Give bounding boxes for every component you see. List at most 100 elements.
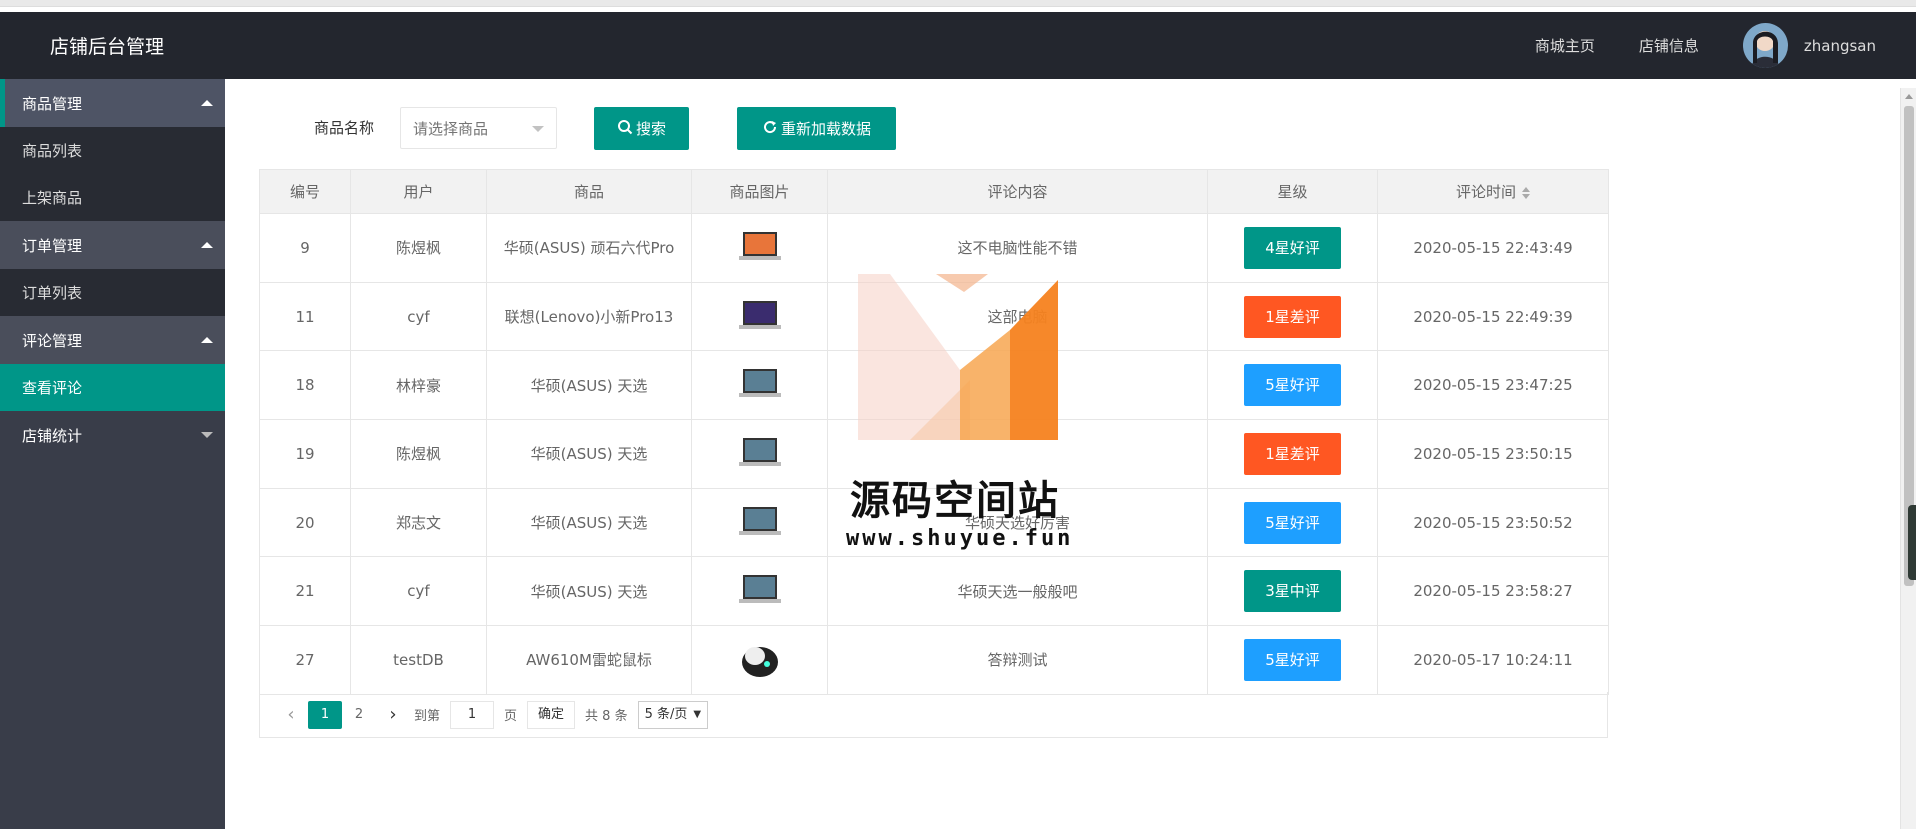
cell-image [691, 487, 828, 558]
cell-comment [827, 350, 1208, 421]
rating-badge[interactable]: 5星好评 [1244, 364, 1341, 407]
search-button-label: 搜索 [635, 120, 666, 138]
menu-item-goods-list[interactable]: 商品列表 [0, 127, 225, 174]
caret-up-icon [201, 337, 213, 343]
page-size-select[interactable]: 5 条/页 ▼ [637, 700, 709, 729]
cell-product: 华硕(ASUS) 天选 [486, 419, 692, 489]
cell-time: 2020-05-15 23:50:52 [1377, 487, 1609, 558]
col-product[interactable]: 商品 [486, 169, 692, 214]
laptop-image [738, 231, 781, 260]
mouse-image [741, 646, 778, 677]
laptop-image [738, 437, 781, 466]
cell-product: 华硕(ASUS) 天选 [486, 556, 692, 627]
sort-icon[interactable] [1522, 186, 1530, 199]
browser-top-strip [0, 0, 1916, 12]
cell-comment: 这部电脑 [827, 281, 1208, 352]
cell-comment: 华硕天选一般般吧 [827, 556, 1208, 627]
cell-rating: 5星好评 [1207, 487, 1378, 558]
cell-image [691, 556, 828, 627]
goto-confirm-button[interactable]: 确定 [527, 700, 576, 729]
watermark-url: www.shuyue.fun [846, 526, 1074, 551]
cell-rating: 4星好评 [1207, 213, 1378, 283]
cell-rating: 3星中评 [1207, 556, 1378, 627]
cell-rating: 1星差评 [1207, 419, 1378, 489]
rating-badge[interactable]: 1星差评 [1244, 295, 1341, 338]
search-button[interactable]: 搜索 [594, 107, 689, 150]
cell-product: 华硕(ASUS) 天选 [486, 487, 692, 558]
goto-label: 到第 [414, 709, 441, 724]
col-id[interactable]: 编号 [259, 169, 351, 214]
cell-image [691, 213, 828, 283]
product-select[interactable]: 请选择商品 [400, 107, 557, 149]
col-comment[interactable]: 评论内容 [827, 169, 1208, 214]
pagination: ‹ 1 2 › 到第 1 页 确定 共 8 条 5 条/页 ▼ [259, 692, 1608, 738]
prev-page-icon[interactable]: ‹ [274, 701, 308, 729]
menu-group-comments[interactable]: 评论管理 [0, 316, 225, 364]
cell-rating: 5星好评 [1207, 350, 1378, 421]
header-nav: 商城主页 店铺信息 zhangsan [1535, 12, 1876, 79]
scroll-up-icon[interactable] [1905, 94, 1913, 99]
cell-user: 林梓豪 [350, 350, 487, 421]
select-placeholder: 请选择商品 [413, 119, 489, 138]
menu-group-stats[interactable]: 店铺统计 [0, 411, 225, 459]
cell-user: testDB [350, 625, 487, 695]
goto-page-input[interactable]: 1 [450, 700, 495, 729]
table-row: 11 cyf 联想(Lenovo)小新Pro13 这部电脑 1星差评 2020-05-15… [259, 281, 1609, 352]
cell-product: AW610M雷蛇鼠标 [486, 625, 692, 695]
menu-item-order-list[interactable]: 订单列表 [0, 269, 225, 316]
cell-id: 19 [259, 419, 351, 489]
cell-product: 华硕(ASUS) 顽石六代Pro [486, 213, 692, 283]
rating-badge[interactable]: 5星好评 [1244, 638, 1341, 681]
cell-user: 陈煜枫 [350, 213, 487, 283]
rating-badge[interactable]: 3星中评 [1244, 570, 1341, 613]
cell-time: 2020-05-15 22:43:49 [1377, 213, 1609, 283]
table-row: 18 林梓豪 华硕(ASUS) 天选 5星好评 2020-05-15 23:47:25 [259, 350, 1609, 421]
avatar[interactable] [1742, 23, 1788, 68]
col-user[interactable]: 用户 [350, 169, 487, 214]
comments-table: 编号 用户 商品 商品图片 评论内容 星级 评论时间 9 陈煜枫 华硕(ASUS) … [259, 169, 1609, 695]
cell-time: 2020-05-15 23:47:25 [1377, 350, 1609, 421]
cell-id: 11 [259, 281, 351, 352]
rating-badge[interactable]: 4星好评 [1244, 226, 1341, 269]
browser-bar [0, 0, 1916, 7]
table-row: 21 cyf 华硕(ASUS) 天选 华硕天选一般般吧 3星中评 2020-05-15 2… [259, 556, 1609, 627]
cell-id: 21 [259, 556, 351, 627]
menu-group-label: 订单管理 [22, 236, 83, 255]
product-name-label: 商品名称 [314, 119, 375, 137]
rating-badge[interactable]: 1星差评 [1244, 432, 1341, 475]
col-time[interactable]: 评论时间 [1377, 169, 1609, 214]
laptop-image [738, 369, 781, 398]
col-time-label: 评论时间 [1455, 183, 1516, 201]
menu-group-goods[interactable]: 商品管理 [0, 79, 225, 127]
page-2[interactable]: 2 [342, 701, 376, 729]
menu-group-orders[interactable]: 订单管理 [0, 221, 225, 269]
total-count: 共 8 条 [585, 709, 628, 724]
page-scrollbar[interactable] [1900, 88, 1916, 829]
cell-comment: 这不电脑性能不错 [827, 213, 1208, 283]
page-1[interactable]: 1 [308, 700, 342, 729]
refresh-icon [762, 119, 778, 139]
menu-group-label: 商品管理 [22, 94, 83, 113]
username[interactable]: zhangsan [1804, 37, 1876, 55]
cell-id: 18 [259, 350, 351, 421]
menu-item-view-comments[interactable]: 查看评论 [0, 364, 225, 411]
cell-rating: 1星差评 [1207, 281, 1378, 352]
cell-time: 2020-05-15 23:58:27 [1377, 556, 1609, 627]
cell-comment: 答辩测试 [827, 625, 1208, 695]
cell-user: cyf [350, 556, 487, 627]
menu-item-add-goods[interactable]: 上架商品 [0, 174, 225, 221]
nav-shop-info[interactable]: 店铺信息 [1639, 35, 1699, 56]
col-rating[interactable]: 星级 [1207, 169, 1378, 214]
nav-mall-home[interactable]: 商城主页 [1535, 35, 1595, 56]
search-icon [617, 119, 633, 139]
reload-button[interactable]: 重新加载数据 [737, 107, 896, 150]
col-image[interactable]: 商品图片 [691, 169, 828, 214]
caret-up-icon [201, 100, 213, 106]
cell-image [691, 419, 828, 489]
menu-group-label: 店铺统计 [22, 426, 83, 445]
next-page-icon[interactable]: › [376, 701, 410, 729]
rating-badge[interactable]: 5星好评 [1244, 501, 1341, 544]
cell-product: 华硕(ASUS) 天选 [486, 350, 692, 421]
cell-image [691, 625, 828, 695]
page-unit: 页 [504, 709, 518, 724]
